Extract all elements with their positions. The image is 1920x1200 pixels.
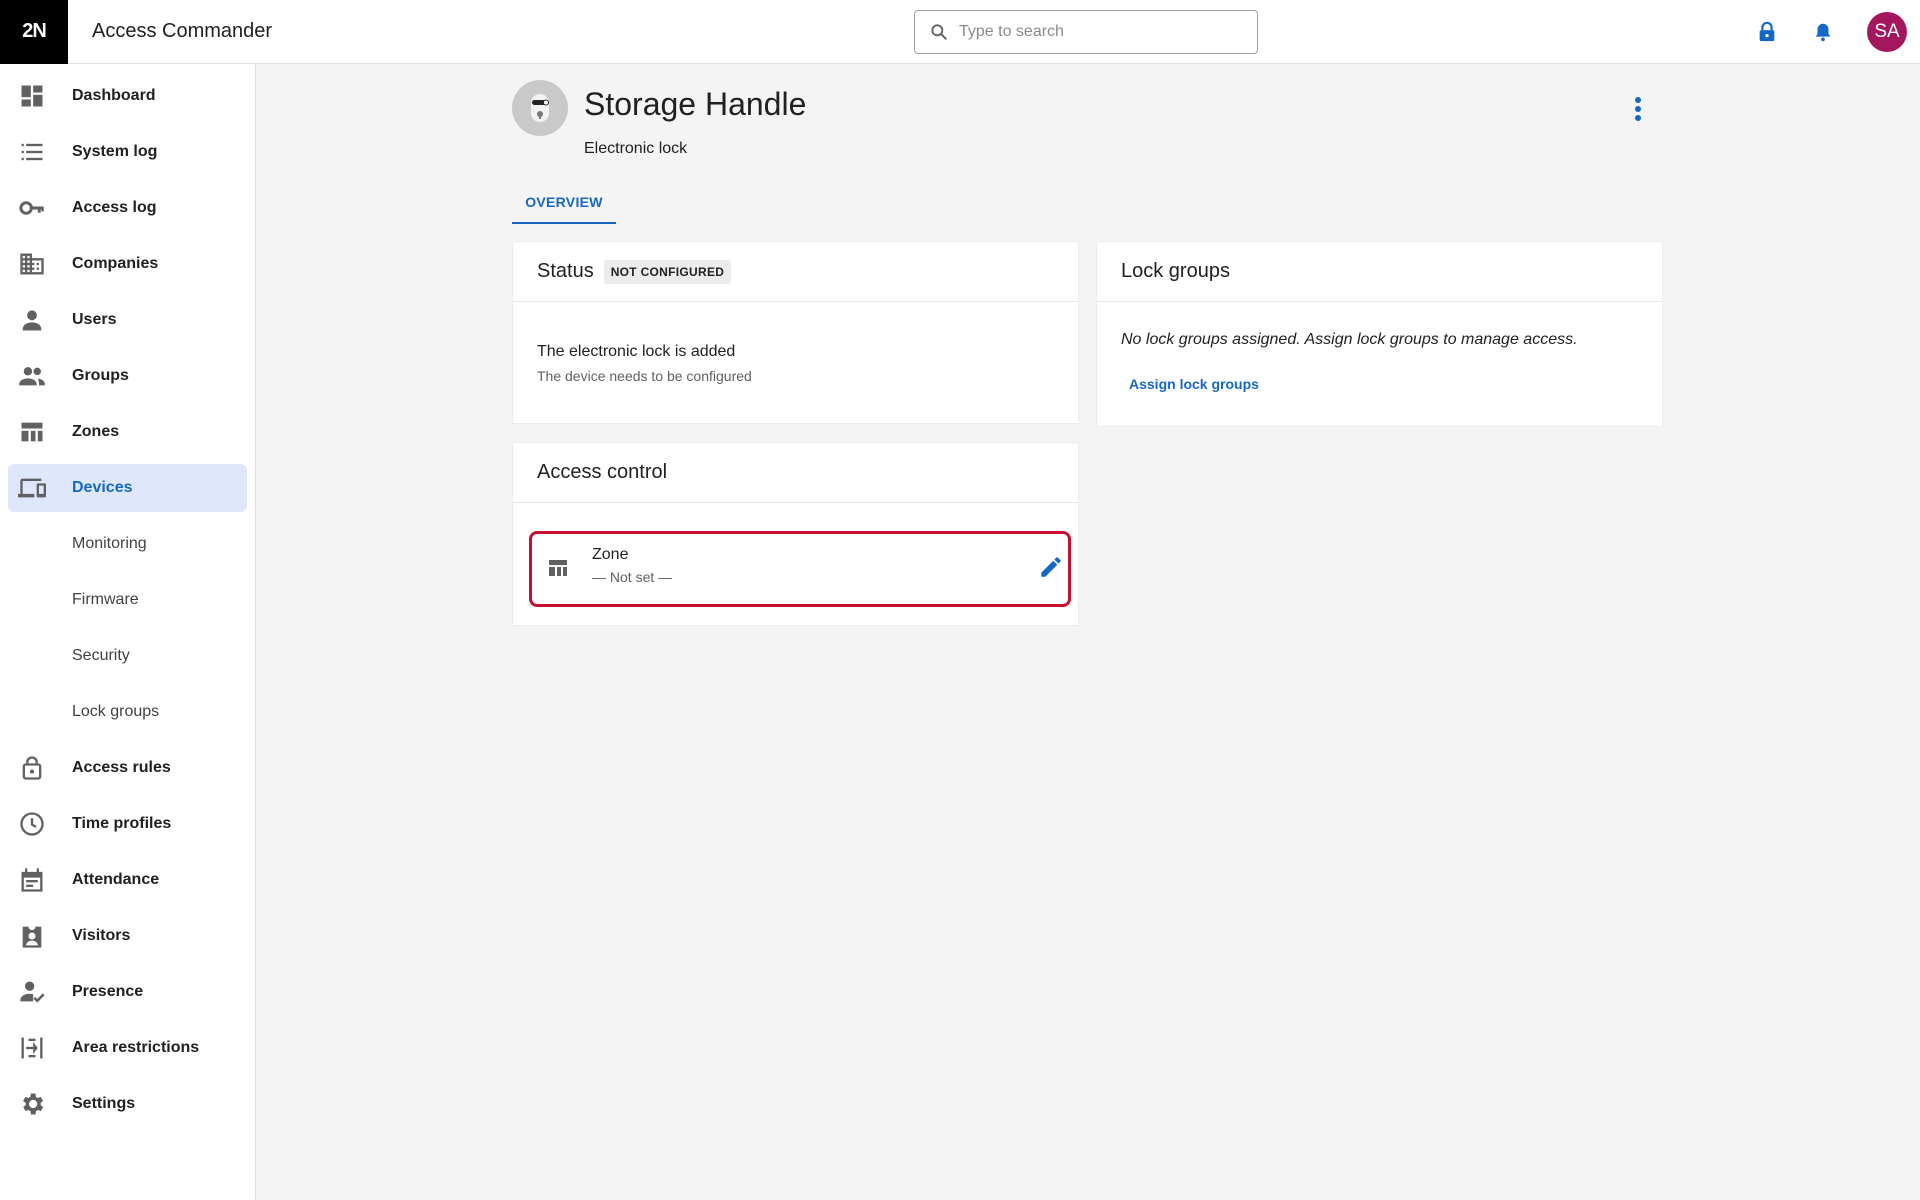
lock-icon[interactable]: [1755, 20, 1779, 44]
building-icon: [18, 250, 46, 278]
status-badge: NOT CONFIGURED: [603, 259, 732, 284]
search-input[interactable]: [959, 23, 1239, 41]
sidebar-item-label: Monitoring: [72, 535, 147, 552]
sidebar-item-lock-groups[interactable]: Lock groups: [8, 688, 247, 736]
lock-outline-icon: [18, 754, 46, 782]
sidebar-item-users[interactable]: Users: [8, 296, 247, 344]
access-control-card: Access control Zone — Not set —: [512, 442, 1079, 626]
app-logo[interactable]: 2N: [0, 0, 68, 64]
sidebar-item-label: Security: [72, 647, 130, 664]
lock-groups-card-header: Lock groups: [1097, 242, 1662, 302]
sidebar-item-label: Companies: [72, 255, 159, 272]
zone-label: Zone: [592, 546, 629, 563]
sidebar-item-system-log[interactable]: System log: [8, 128, 247, 176]
status-card-header: Status NOT CONFIGURED: [513, 242, 1078, 302]
bell-icon[interactable]: [1811, 20, 1835, 44]
lock-groups-card: Lock groups No lock groups assigned. Ass…: [1096, 241, 1663, 427]
sidebar: Dashboard System log Access log Companie…: [0, 64, 256, 1200]
sidebar-item-firmware[interactable]: Firmware: [8, 576, 247, 624]
person-icon: [18, 306, 46, 334]
sidebar-item-area-restrictions[interactable]: Area restrictions: [8, 1024, 247, 1072]
key-icon: [18, 194, 46, 222]
dashboard-icon: [18, 82, 46, 110]
sidebar-item-label: Settings: [72, 1095, 136, 1112]
sidebar-item-label: System log: [72, 143, 158, 160]
lock-groups-card-title: Lock groups: [1121, 260, 1230, 282]
sidebar-item-label: Lock groups: [72, 703, 160, 720]
clock-icon: [18, 810, 46, 838]
access-control-card-title: Access control: [537, 461, 668, 483]
sidebar-item-monitoring[interactable]: Monitoring: [8, 520, 247, 568]
access-control-card-header: Access control: [513, 443, 1078, 503]
zones-icon: [549, 560, 567, 576]
assign-lock-groups-link[interactable]: Assign lock groups: [1129, 376, 1259, 392]
sidebar-item-label: Zones: [72, 423, 120, 440]
top-bar: 2N Access Commander SA: [0, 0, 1920, 64]
lock-groups-empty-text: No lock groups assigned. Assign lock gro…: [1121, 331, 1578, 348]
sidebar-item-label: Area restrictions: [72, 1039, 200, 1056]
electronic-lock-icon: [531, 94, 549, 122]
sidebar-item-zones[interactable]: Zones: [8, 408, 247, 456]
list-icon: [18, 138, 46, 166]
sidebar-item-label: Devices: [72, 479, 133, 496]
device-type: Electronic lock: [584, 140, 688, 157]
sidebar-item-companies[interactable]: Companies: [8, 240, 247, 288]
app-title: Access Commander: [92, 20, 273, 42]
sidebar-item-label: Presence: [72, 983, 144, 1000]
status-detail: The device needs to be configured: [537, 368, 752, 384]
sidebar-item-label: Dashboard: [72, 87, 156, 104]
badge-icon: [18, 922, 46, 950]
status-message: The electronic lock is added: [537, 343, 736, 360]
edit-pencil-icon[interactable]: [1038, 554, 1064, 580]
sidebar-item-time-profiles[interactable]: Time profiles: [8, 800, 247, 848]
sidebar-item-visitors[interactable]: Visitors: [8, 912, 247, 960]
sidebar-item-label: Groups: [72, 367, 129, 384]
sidebar-item-presence[interactable]: Presence: [8, 968, 247, 1016]
people-icon: [18, 362, 46, 390]
zone-value: — Not set —: [592, 569, 673, 585]
sidebar-item-access-rules[interactable]: Access rules: [8, 744, 247, 792]
user-avatar[interactable]: SA: [1867, 12, 1907, 52]
calendar-icon: [18, 866, 46, 894]
zone-row[interactable]: Zone — Not set —: [529, 531, 1071, 607]
area-icon: [18, 1034, 46, 1062]
sidebar-item-attendance[interactable]: Attendance: [8, 856, 247, 904]
sidebar-item-access-log[interactable]: Access log: [8, 184, 247, 232]
status-card: Status NOT CONFIGURED The electronic loc…: [512, 241, 1079, 424]
tab-overview[interactable]: OVERVIEW: [512, 182, 616, 224]
sidebar-item-devices[interactable]: Devices: [8, 464, 247, 512]
sidebar-item-label: Firmware: [72, 591, 139, 608]
more-options-icon[interactable]: [1626, 94, 1650, 124]
device-title: Storage Handle: [584, 86, 807, 122]
gear-icon: [18, 1090, 46, 1118]
sidebar-item-dashboard[interactable]: Dashboard: [8, 72, 247, 120]
search-box[interactable]: [914, 10, 1258, 54]
device-avatar: [512, 80, 568, 136]
sidebar-item-label: Time profiles: [72, 815, 172, 832]
sidebar-item-security[interactable]: Security: [8, 632, 247, 680]
sidebar-item-label: Access rules: [72, 759, 171, 776]
sidebar-item-label: Users: [72, 311, 117, 328]
zones-icon: [18, 418, 46, 446]
status-card-title: Status: [537, 260, 594, 282]
sidebar-item-settings[interactable]: Settings: [8, 1080, 247, 1128]
sidebar-item-label: Access log: [72, 199, 157, 216]
person-check-icon: [18, 978, 46, 1006]
sidebar-item-label: Attendance: [72, 871, 160, 888]
sidebar-item-label: Visitors: [72, 927, 131, 944]
sidebar-item-groups[interactable]: Groups: [8, 352, 247, 400]
devices-icon: [18, 474, 46, 502]
search-icon: [931, 24, 947, 40]
